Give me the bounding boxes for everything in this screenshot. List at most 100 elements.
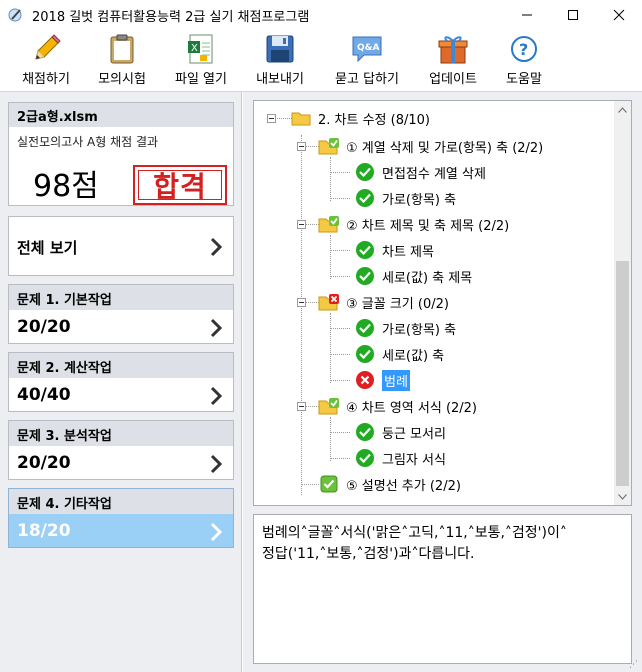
tree-item-label: 세로(값) 축 xyxy=(382,348,445,364)
collapse-toggle[interactable] xyxy=(297,298,306,307)
right-panel: 2. 차트 수정 (8/10) ① 계열 삭제 및 가로(항목) 축 (2/2)… xyxy=(243,92,642,672)
tree-group-label: ③ 글꼴 크기 (0/2) xyxy=(346,296,449,312)
app-icon xyxy=(8,8,22,22)
question-card-4[interactable]: 문제 4. 기타작업 18/20 xyxy=(8,488,234,548)
question-title: 문제 4. 기타작업 xyxy=(9,489,233,514)
tree-item[interactable]: 가로(항목) 축 xyxy=(354,317,456,339)
tree-item-label: 세로(값) 축 제목 xyxy=(382,270,473,286)
check-circle-icon xyxy=(354,265,376,287)
chevron-right-icon xyxy=(210,318,223,338)
feedback-line-2: 정답('11,˄보통,˄검정')과˄다릅니다. xyxy=(262,546,475,562)
collapse-toggle[interactable] xyxy=(297,220,306,229)
tree-group-label: ⑤ 설명선 추가 (2/2) xyxy=(346,478,461,494)
help-label: 도움말 xyxy=(506,72,542,87)
qa-bubble-icon: Q&A xyxy=(349,32,385,66)
tree-item[interactable]: 세로(값) 축 제목 xyxy=(354,265,472,287)
tree-group-label: ④ 차트 영역 서식 (2/2) xyxy=(346,400,478,416)
feedback-line-1: 범례의˄글꼴˄서식('맑은˄고딕,˄11,˄보통,˄검정')이˄ xyxy=(262,525,567,541)
tree-item-label: 범례 xyxy=(382,369,410,391)
check-circle-icon xyxy=(354,317,376,339)
help-icon: ? xyxy=(506,32,542,66)
chevron-right-icon xyxy=(210,237,223,257)
update-label: 업데이트 xyxy=(429,72,477,87)
tree-group-node[interactable]: ④ 차트 영역 서식 (2/2) xyxy=(318,395,477,417)
pencil-icon xyxy=(28,32,64,66)
tree-item-selected[interactable]: 범례 xyxy=(354,369,410,391)
question-card-1[interactable]: 문제 1. 기본작업 20/20 xyxy=(8,284,234,344)
check-box-icon xyxy=(318,473,340,495)
tree-group-label: ② 차트 제목 및 축 제목 (2/2) xyxy=(346,218,510,234)
question-score: 18/20 xyxy=(17,521,71,541)
open-file-button[interactable]: X 파일 열기 xyxy=(166,32,236,90)
folder-error-icon xyxy=(318,291,340,313)
toolbar: 채점하기 모의시험 X 파일 열기 내보내기 Q&A 묻고 답하기 업데이트 ?… xyxy=(0,30,642,92)
question-card-3[interactable]: 문제 3. 분석작업 20/20 xyxy=(8,420,234,480)
scroll-down-icon[interactable] xyxy=(614,488,631,505)
chevron-right-icon xyxy=(210,454,223,474)
folder-icon xyxy=(290,107,312,129)
tree-item-label: 그림자 서식 xyxy=(382,452,446,468)
tree-item-label: 가로(항목) 축 xyxy=(382,322,457,338)
tree-item[interactable]: 둥근 모서리 xyxy=(354,421,446,443)
resize-grip-icon[interactable]: ⋰ xyxy=(629,660,638,670)
tree-item[interactable]: 그림자 서식 xyxy=(354,447,446,469)
tree-group-node[interactable]: ② 차트 제목 및 축 제목 (2/2) xyxy=(318,213,509,235)
result-summary: 2급a형.xlsm 실전모의고사 A형 채점 결과 98점 합격 xyxy=(8,102,234,206)
maximize-button[interactable] xyxy=(550,0,596,30)
update-button[interactable]: 업데이트 xyxy=(420,32,486,90)
tree-item-label: 면접점수 계열 삭제 xyxy=(382,166,486,182)
minimize-button[interactable] xyxy=(504,0,550,30)
collapse-toggle[interactable] xyxy=(297,142,306,151)
tree-root-label: 2. 차트 수정 (8/10) xyxy=(318,112,430,128)
chevron-right-icon xyxy=(210,522,223,542)
collapse-toggle[interactable] xyxy=(297,402,306,411)
overview-button[interactable]: 전체 보기 xyxy=(8,216,234,276)
title-bar: 2018 길벗 컴퓨터활용능력 2급 실기 채점프로그램 xyxy=(0,0,642,30)
grading-tree: 2. 차트 수정 (8/10) ① 계열 삭제 및 가로(항목) 축 (2/2)… xyxy=(253,100,632,506)
window-title: 2018 길벗 컴퓨터활용능력 2급 실기 채점프로그램 xyxy=(32,10,310,25)
check-circle-icon xyxy=(354,187,376,209)
file-name: 2급a형.xlsm xyxy=(9,103,233,127)
export-button[interactable]: 내보내기 xyxy=(248,32,312,90)
pass-stamp: 합격 xyxy=(133,165,227,205)
tree-item[interactable]: 세로(값) 축 xyxy=(354,343,444,365)
check-circle-icon xyxy=(354,447,376,469)
mock-exam-button[interactable]: 모의시험 xyxy=(90,32,154,90)
grade-label: 채점하기 xyxy=(22,72,70,87)
close-icon xyxy=(613,9,625,21)
feedback-message: 범례의˄글꼴˄서식('맑은˄고딕,˄11,˄보통,˄검정')이˄ 정답('11,… xyxy=(253,514,632,664)
check-circle-icon xyxy=(354,421,376,443)
question-card-2[interactable]: 문제 2. 계산작업 40/40 xyxy=(8,352,234,412)
tree-group-node[interactable]: ⑤ 설명선 추가 (2/2) xyxy=(318,473,461,495)
folder-check-icon xyxy=(318,213,340,235)
excel-file-icon: X xyxy=(183,32,219,66)
help-button[interactable]: ? 도움말 xyxy=(496,32,552,90)
tree-item-label: 차트 제목 xyxy=(382,244,434,260)
gift-icon xyxy=(435,32,471,66)
tree-scrollbar[interactable] xyxy=(614,101,631,505)
question-title: 문제 1. 기본작업 xyxy=(9,285,233,310)
tree-item[interactable]: 차트 제목 xyxy=(354,239,434,261)
tree-root-node[interactable]: 2. 차트 수정 (8/10) xyxy=(290,107,430,129)
open-label: 파일 열기 xyxy=(175,72,227,87)
error-circle-icon xyxy=(354,369,376,391)
total-score: 98점 xyxy=(33,169,99,204)
scroll-up-icon[interactable] xyxy=(614,101,631,118)
tree-item-label: 가로(항목) 축 xyxy=(382,192,457,208)
tree-group-node[interactable]: ① 계열 삭제 및 가로(항목) 축 (2/2) xyxy=(318,135,543,157)
tree-item[interactable]: 가로(항목) 축 xyxy=(354,187,456,209)
qa-button[interactable]: Q&A 묻고 답하기 xyxy=(326,32,408,90)
check-circle-icon xyxy=(354,343,376,365)
tree-group-node[interactable]: ③ 글꼴 크기 (0/2) xyxy=(318,291,449,313)
scroll-thumb[interactable] xyxy=(616,261,629,486)
collapse-toggle[interactable] xyxy=(267,114,276,123)
qa-label: 묻고 답하기 xyxy=(335,72,399,87)
question-score: 20/20 xyxy=(17,317,71,337)
grade-button[interactable]: 채점하기 xyxy=(14,32,78,90)
save-disk-icon xyxy=(262,32,298,66)
qa-icon-text: Q&A xyxy=(357,43,379,53)
close-button[interactable] xyxy=(596,0,642,30)
tree-item[interactable]: 면접점수 계열 삭제 xyxy=(354,161,486,183)
svg-text:?: ? xyxy=(519,40,528,59)
question-title: 문제 2. 계산작업 xyxy=(9,353,233,378)
